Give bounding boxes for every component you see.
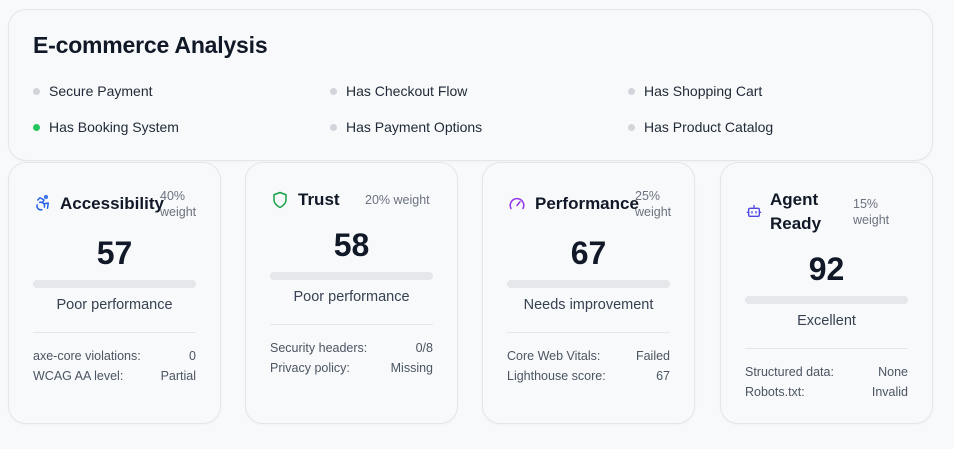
- divider: [745, 348, 908, 349]
- status-dot: [330, 123, 337, 131]
- card-title: Performance: [535, 194, 639, 213]
- metric-row: Security headers: 0/8: [270, 341, 433, 355]
- metric-row: WCAG AA level: Partial: [33, 369, 196, 383]
- score-bar-fill: [745, 296, 895, 304]
- status-text: Needs improvement: [523, 297, 654, 313]
- status-text: Excellent: [797, 313, 856, 329]
- feature-label: Has Product Catalog: [644, 119, 774, 135]
- weight-label: 20% weight: [365, 193, 430, 207]
- card-title: Trust: [298, 190, 340, 209]
- score-bar: [33, 280, 196, 288]
- card-title: Agent Ready: [770, 190, 822, 233]
- trust-card: Trust 20% weight 58 Poor performance Sec…: [245, 162, 458, 424]
- metric-label: Privacy policy:: [270, 361, 350, 375]
- robot-icon: [745, 202, 763, 220]
- status-dot: [628, 87, 635, 95]
- score-value: 57: [96, 235, 133, 271]
- feature-booking-system: Has Booking System: [33, 119, 179, 135]
- shield-icon: [270, 190, 290, 210]
- metric-value: Partial: [160, 369, 196, 383]
- feature-label: Secure Payment: [49, 83, 153, 99]
- metric-label: axe-core violations:: [33, 349, 141, 363]
- accessibility-card: Accessibility 40% weight 57 Poor perform…: [8, 162, 221, 424]
- metric-row: Privacy policy: Missing: [270, 361, 433, 375]
- metric-row: Robots.txt: Invalid: [745, 385, 908, 399]
- status-dot: [330, 87, 337, 95]
- metric-value: None: [878, 365, 908, 379]
- feature-payment-options: Has Payment Options: [330, 119, 482, 135]
- accessibility-icon: [33, 193, 53, 213]
- feature-label: Has Checkout Flow: [346, 83, 468, 99]
- score-bar-fill: [270, 272, 365, 280]
- score-bar: [270, 272, 433, 280]
- card-title: Accessibility: [60, 194, 164, 213]
- score-bar-fill: [33, 280, 126, 288]
- metric-label: Robots.txt:: [745, 385, 805, 399]
- metric-row: Lighthouse score: 67: [507, 369, 670, 383]
- metric-value: Invalid: [871, 385, 908, 399]
- status-dot-active: [33, 123, 40, 131]
- status-text: Poor performance: [293, 289, 410, 305]
- divider: [270, 324, 433, 325]
- score-bar-fill: [507, 280, 617, 288]
- score-bar: [745, 296, 908, 304]
- ecommerce-analysis-panel: E-commerce Analysis Secure Payment Has C…: [8, 9, 933, 161]
- metric-value: 0/8: [415, 341, 433, 355]
- weight-label: 15% weight: [853, 197, 890, 227]
- agent-ready-card: Agent Ready 15% weight 92 Excellent Stru…: [720, 162, 933, 424]
- score-value: 67: [570, 235, 607, 271]
- divider: [507, 332, 670, 333]
- metric-label: WCAG AA level:: [33, 369, 124, 383]
- weight-label: 25% weight: [635, 189, 672, 219]
- metric-label: Security headers:: [270, 341, 368, 355]
- feature-label: Has Booking System: [49, 119, 179, 135]
- metric-label: Lighthouse score:: [507, 369, 606, 383]
- feature-shopping-cart: Has Shopping Cart: [628, 83, 762, 99]
- score-bar: [507, 280, 670, 288]
- metric-row: Core Web Vitals: Failed: [507, 349, 670, 363]
- metric-value: Failed: [635, 349, 670, 363]
- metric-value: 67: [656, 369, 670, 383]
- feature-product-catalog: Has Product Catalog: [628, 119, 773, 135]
- metric-row: axe-core violations: 0: [33, 349, 196, 363]
- speedometer-icon: [507, 194, 527, 214]
- performance-card: Performance 25% weight 67 Needs improvem…: [482, 162, 695, 424]
- weight-label: 40% weight: [160, 189, 197, 219]
- status-dot: [33, 87, 40, 95]
- score-value: 58: [333, 227, 370, 263]
- feature-secure-payment: Secure Payment: [33, 83, 153, 99]
- metric-value: Missing: [390, 361, 433, 375]
- status-text: Poor performance: [56, 297, 173, 313]
- metric-label: Structured data:: [745, 365, 834, 379]
- analysis-title: E-commerce Analysis: [33, 32, 268, 58]
- feature-label: Has Payment Options: [346, 119, 483, 135]
- metric-value: 0: [189, 349, 196, 363]
- feature-label: Has Shopping Cart: [644, 83, 763, 99]
- divider: [33, 332, 196, 333]
- feature-checkout-flow: Has Checkout Flow: [330, 83, 467, 99]
- metric-row: Structured data: None: [745, 365, 908, 379]
- score-value: 92: [808, 251, 845, 287]
- metric-label: Core Web Vitals:: [507, 349, 601, 363]
- status-dot: [628, 123, 635, 131]
